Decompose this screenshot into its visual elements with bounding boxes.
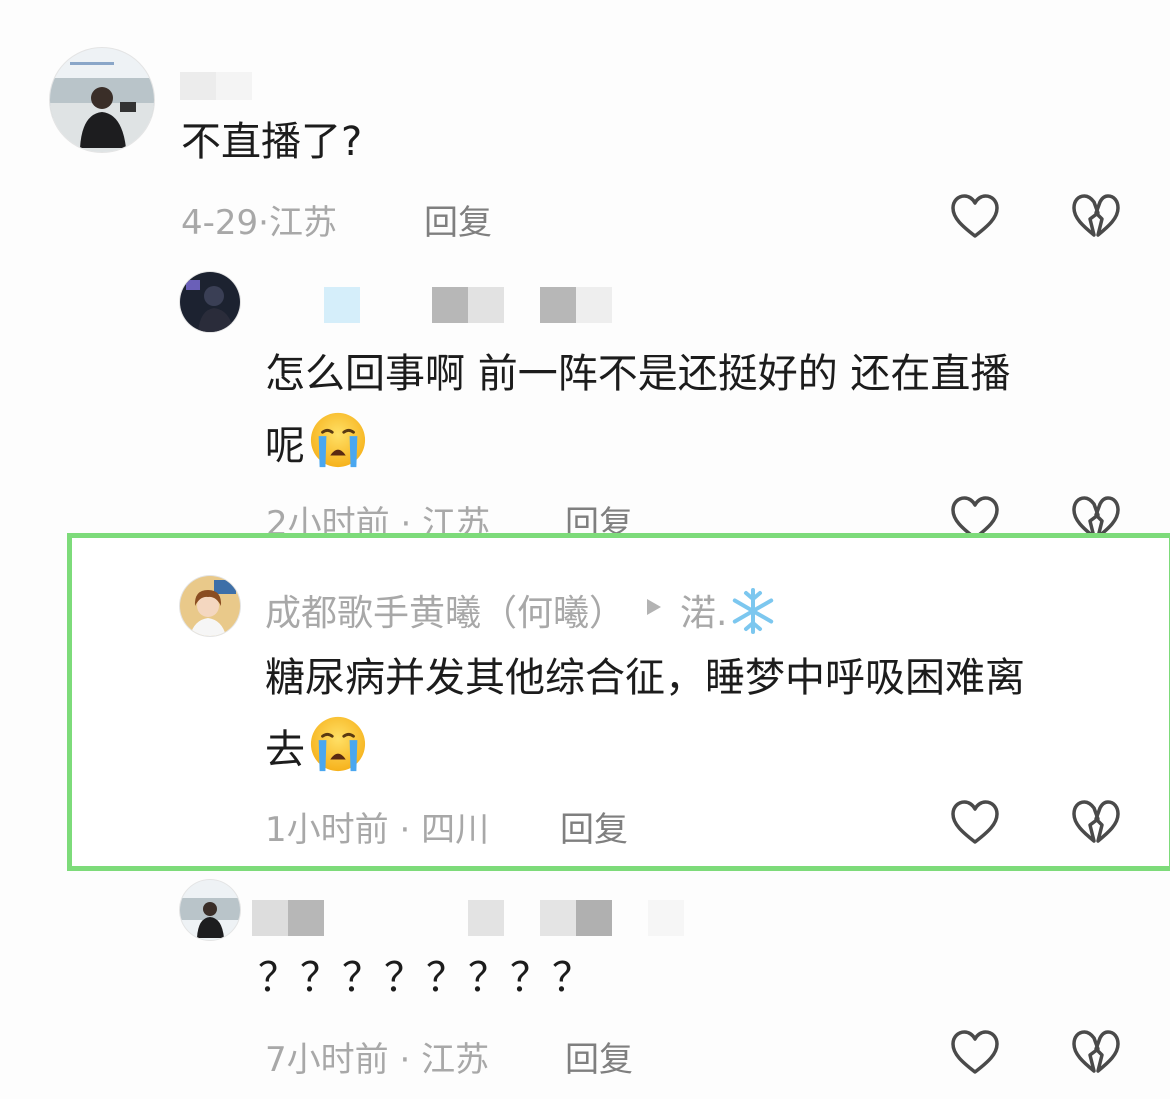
comment-text-line-1: 糖尿病并发其他综合征，睡梦中呼吸困难离	[265, 655, 1025, 701]
comment-meta: 7小时前 · 江苏	[265, 1032, 489, 1081]
comment-time: 2小时前	[266, 504, 390, 534]
comment-username[interactable]: 成都歌手黄曦（何曦）	[265, 584, 625, 636]
comment-text-end: 呢	[265, 423, 305, 469]
comment-text-line-2: 去	[265, 714, 367, 786]
loudly-crying-face-emoji	[309, 411, 367, 469]
username-redacted	[432, 287, 504, 323]
comment-meta: 1小时前 · 四川	[265, 802, 489, 851]
comment-time: 1小时前	[265, 810, 389, 850]
avatar[interactable]	[50, 48, 154, 152]
comment-text-line-2: 呢	[265, 410, 367, 482]
comment-location: 四川	[421, 810, 490, 850]
comment-meta: 2小时前 · 江苏	[266, 496, 490, 534]
comment-text: ？？？？？？？？	[258, 955, 594, 1001]
reply-button[interactable]: 回复	[560, 802, 628, 851]
heart-outline-icon[interactable]	[950, 1028, 1000, 1078]
heart-outline-icon[interactable]	[950, 192, 1000, 242]
meta-separator: ·	[388, 1040, 422, 1080]
comment-text-line-1: 怎么回事啊 前一阵不是还挺好的 还在直播	[265, 351, 1011, 397]
reply-button[interactable]: 回复	[424, 195, 492, 244]
broken-heart-icon[interactable]	[1071, 798, 1121, 848]
comment-meta-row: 2小时前 · 江苏 回复	[260, 494, 1170, 534]
comment-text: 不直播了?	[181, 119, 363, 165]
broken-heart-icon[interactable]	[1071, 494, 1121, 534]
avatar[interactable]	[180, 576, 240, 636]
heart-outline-icon[interactable]	[950, 798, 1000, 848]
broken-heart-icon[interactable]	[1071, 192, 1121, 242]
comment-time: 4-29	[181, 203, 259, 243]
username-redacted	[468, 900, 504, 936]
username-redacted	[540, 900, 612, 936]
comment-location: 江苏	[421, 1040, 490, 1080]
comment-text-end: 去	[265, 727, 305, 773]
broken-heart-icon[interactable]	[1071, 1028, 1121, 1078]
avatar[interactable]	[180, 272, 240, 332]
username-redacted	[252, 900, 324, 936]
username-redacted	[324, 287, 360, 323]
loudly-crying-face-emoji	[309, 715, 367, 773]
username-redacted	[648, 900, 684, 936]
meta-separator: ·	[389, 504, 423, 534]
comment-meta: 4-29·江苏	[181, 195, 337, 244]
comment-location: 江苏	[268, 203, 337, 243]
reply-button[interactable]: 回复	[565, 496, 633, 534]
triangle-right-icon	[644, 597, 664, 617]
reply-to-name: 渃.	[680, 593, 728, 634]
comment-time: 7小时前	[265, 1040, 389, 1080]
reply-to-username[interactable]: 渃.	[680, 584, 777, 636]
heart-outline-icon[interactable]	[950, 494, 1000, 534]
username-redacted	[540, 287, 612, 323]
meta-separator: ·	[258, 203, 269, 243]
comment-location: 江苏	[422, 504, 491, 534]
username-redacted	[180, 72, 252, 100]
meta-separator: ·	[388, 810, 422, 850]
snowflake-emoji	[729, 587, 777, 635]
reply-button[interactable]: 回复	[565, 1032, 633, 1081]
avatar[interactable]	[180, 880, 240, 940]
